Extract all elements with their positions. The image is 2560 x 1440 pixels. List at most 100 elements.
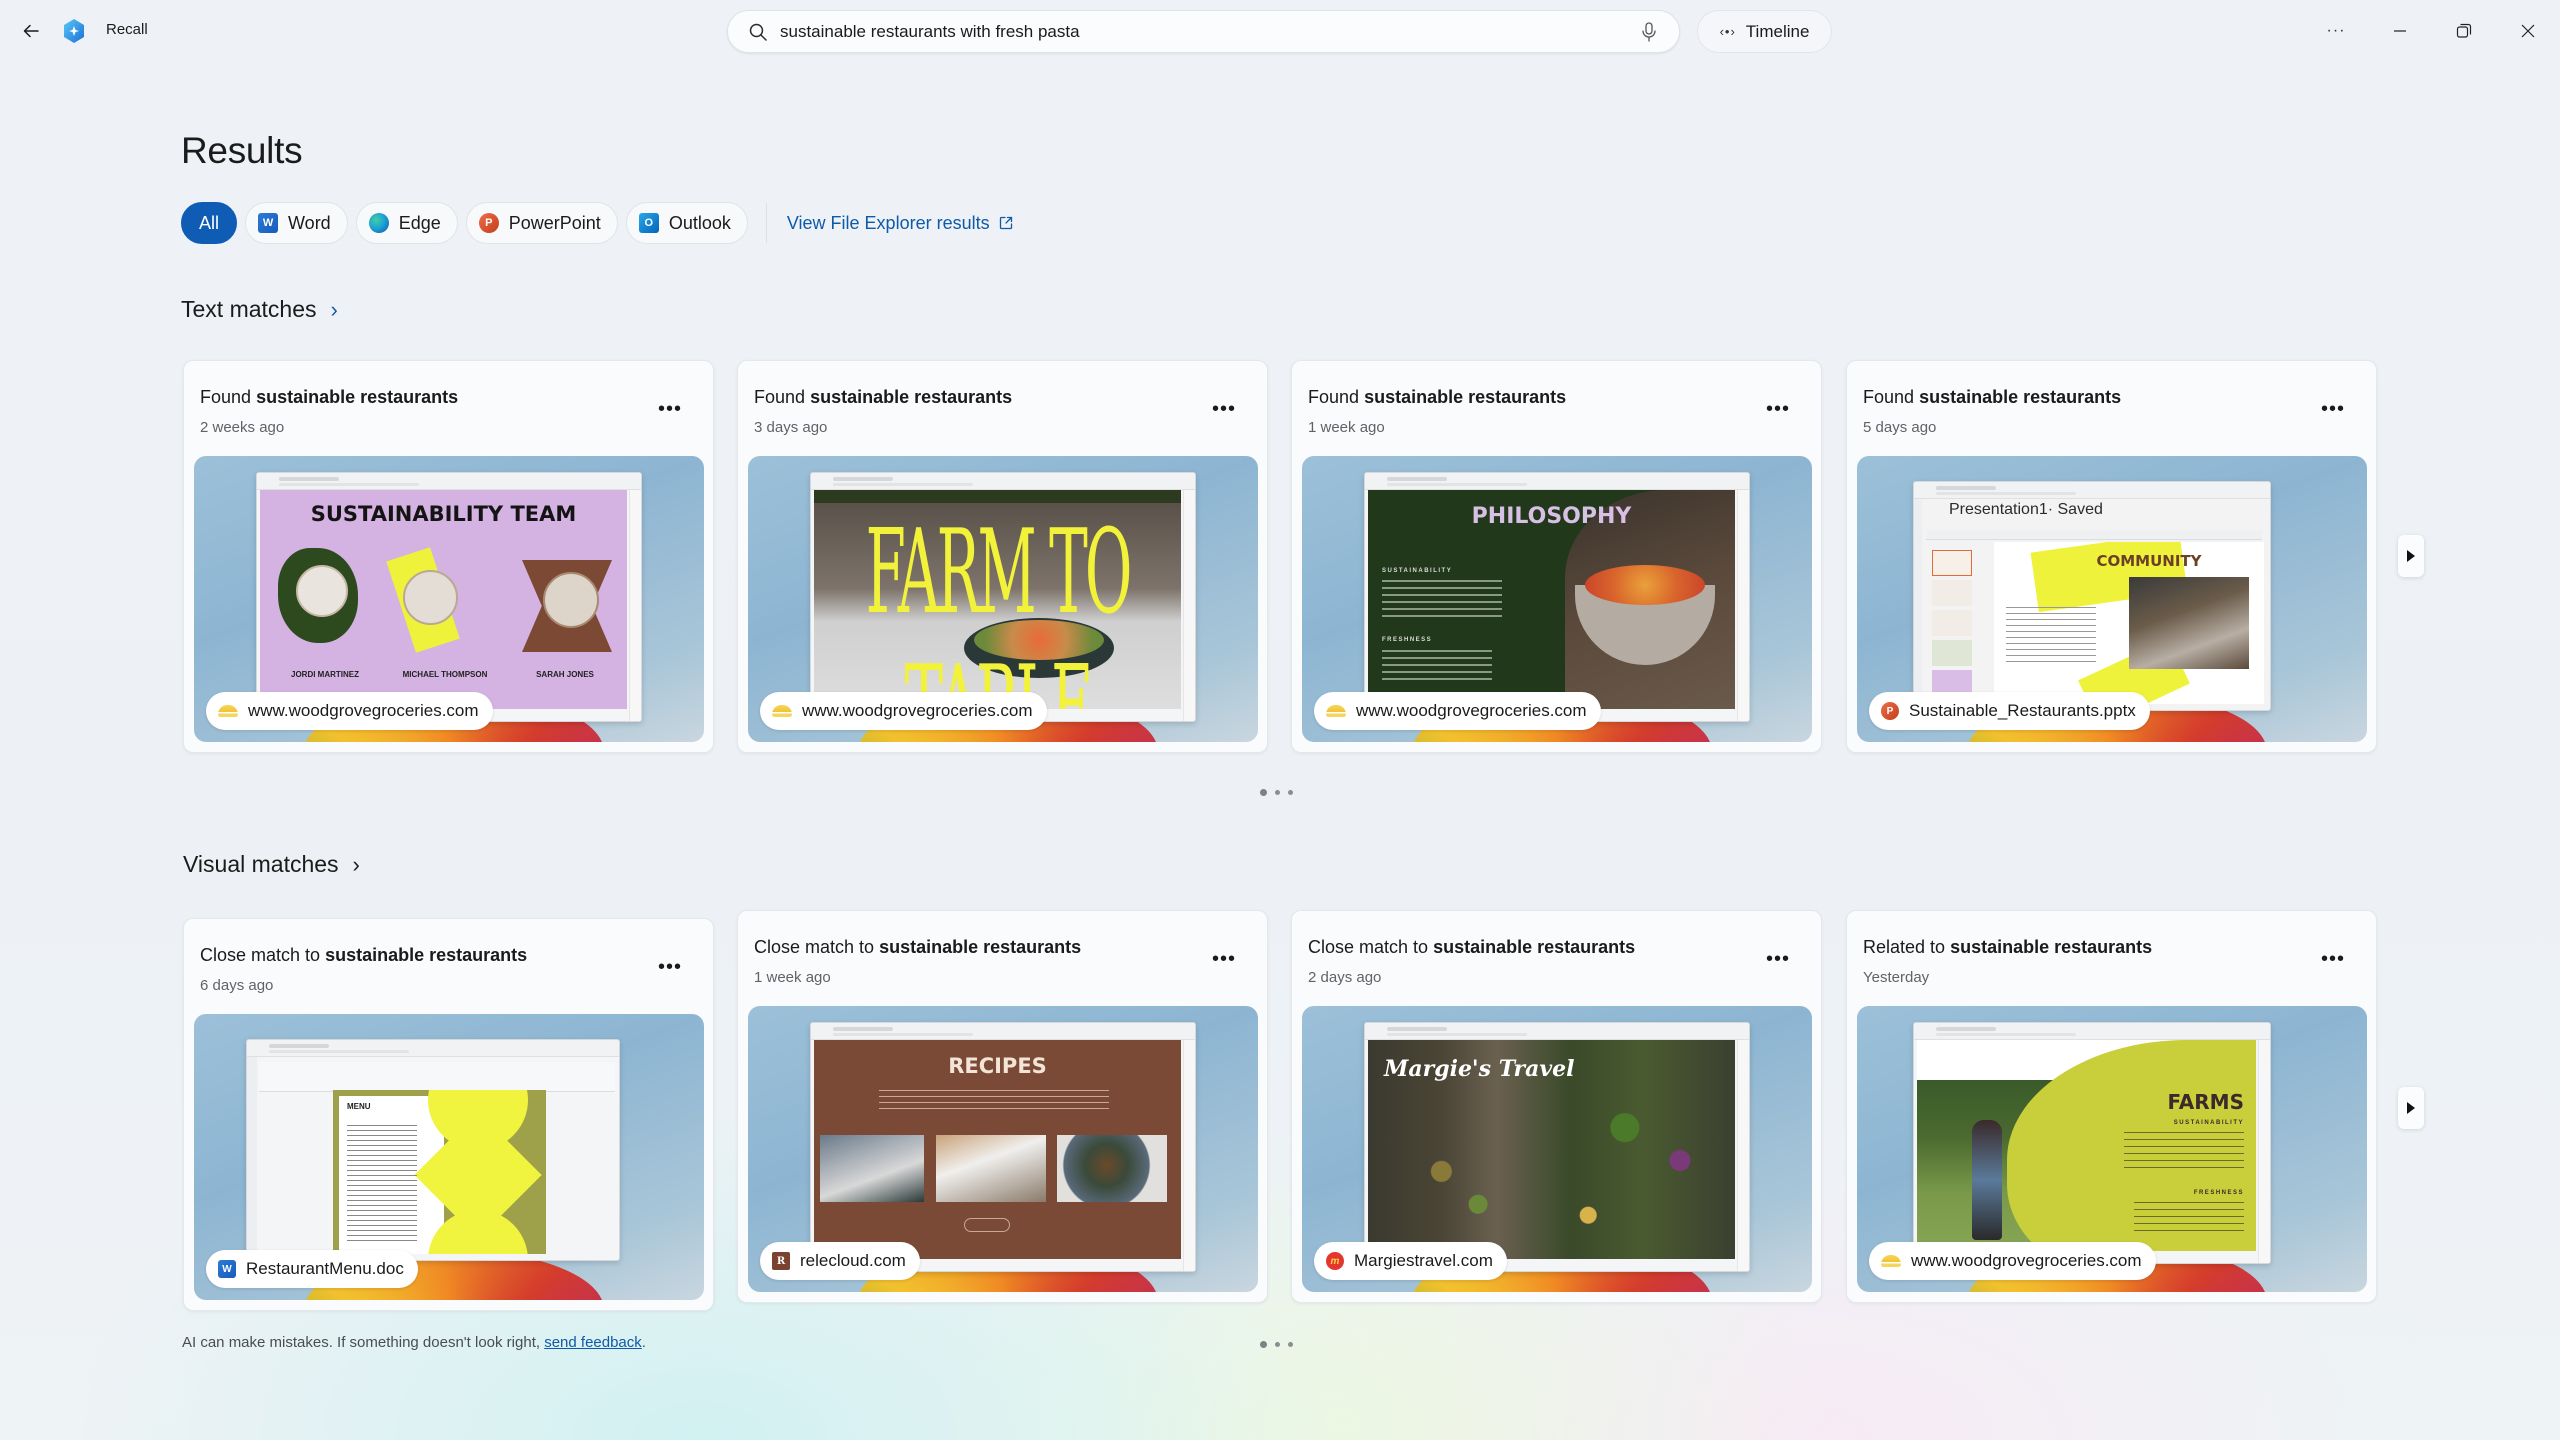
- browser-window: Margie's Travel: [1364, 1022, 1750, 1272]
- restore-icon: [2456, 23, 2472, 38]
- more-options-icon[interactable]: •••: [655, 955, 685, 979]
- source-chip[interactable]: www.woodgrovegroceries.com: [206, 692, 493, 730]
- view-file-explorer-link[interactable]: View File Explorer results: [787, 213, 1014, 234]
- screenshot-thumbnail[interactable]: PHILOSOPHY SUSTAINABILITY FRESHNESS www.…: [1302, 456, 1812, 742]
- close-button[interactable]: [2505, 14, 2551, 48]
- preview-title: FARMS: [2167, 1090, 2244, 1114]
- match-query: sustainable restaurants: [810, 387, 1013, 407]
- match-type: Found: [1863, 387, 1915, 407]
- word-window: MENU: [246, 1039, 620, 1261]
- result-card[interactable]: Found sustainable restaurants 3 days ago…: [737, 360, 1268, 753]
- timeline-label: Timeline: [1745, 21, 1810, 41]
- outlook-icon: O: [638, 213, 659, 233]
- page-dot-2[interactable]: [1275, 1342, 1280, 1347]
- more-options-icon[interactable]: •••: [2318, 947, 2348, 971]
- text-matches-heading[interactable]: Text matches ›: [181, 296, 338, 323]
- visual-matches-heading[interactable]: Visual matches ›: [183, 851, 360, 878]
- filter-label: All: [199, 212, 220, 233]
- page-dot-2[interactable]: [1275, 790, 1280, 795]
- filter-edge[interactable]: Edge: [355, 202, 458, 244]
- back-button[interactable]: [14, 14, 48, 48]
- search-input[interactable]: [780, 17, 1340, 47]
- source-chip[interactable]: P Sustainable_Restaurants.pptx: [1869, 692, 2150, 730]
- page-dot-3[interactable]: [1288, 790, 1293, 795]
- screenshot-thumbnail[interactable]: RECIPES R relecloud.com: [748, 1006, 1258, 1292]
- source-label: www.woodgrovegroceries.com: [1356, 701, 1587, 720]
- source-chip[interactable]: www.woodgrovegroceries.com: [760, 692, 1047, 730]
- result-card[interactable]: Close match to sustainable restaurants 6…: [183, 918, 714, 1311]
- result-card[interactable]: Close match to sustainable restaurants 1…: [737, 910, 1268, 1303]
- result-card[interactable]: Found sustainable restaurants 5 days ago…: [1846, 360, 2377, 753]
- card-timestamp: 1 week ago: [1308, 419, 1385, 436]
- browser-window: PHILOSOPHY SUSTAINABILITY FRESHNESS: [1364, 472, 1750, 722]
- filter-label: Outlook: [668, 212, 731, 233]
- send-feedback-link[interactable]: send feedback: [544, 1334, 642, 1351]
- match-query: sustainable restaurants: [325, 945, 528, 965]
- more-options-button[interactable]: ···: [2313, 14, 2359, 48]
- source-chip[interactable]: R relecloud.com: [760, 1242, 920, 1280]
- result-card[interactable]: Related to sustainable restaurants Yeste…: [1846, 910, 2377, 1303]
- preview-title: Margie's Travel: [1384, 1056, 1575, 1082]
- filter-outlook[interactable]: O Outlook: [625, 202, 748, 244]
- filter-all[interactable]: All: [181, 202, 238, 244]
- filter-powerpoint[interactable]: P PowerPoint: [465, 202, 618, 244]
- screenshot-thumbnail[interactable]: SUSTAINABILITY TEAM JORDI MARTINEZ MICHA…: [194, 456, 704, 742]
- card-timestamp: 6 days ago: [200, 977, 274, 994]
- source-label: Sustainable_Restaurants.pptx: [1909, 701, 2136, 720]
- more-options-icon[interactable]: •••: [1209, 947, 1239, 971]
- preview-title: FARM TO TABLE: [865, 504, 1133, 709]
- more-options-icon[interactable]: •••: [2318, 397, 2348, 421]
- source-chip[interactable]: www.woodgrovegroceries.com: [1314, 692, 1601, 730]
- restore-button[interactable]: [2441, 14, 2487, 48]
- source-chip[interactable]: www.woodgrovegroceries.com: [1869, 1242, 2156, 1280]
- match-query: sustainable restaurants: [879, 937, 1082, 957]
- preview-section: FRESHNESS: [2193, 1190, 2244, 1196]
- result-card[interactable]: Found sustainable restaurants 2 weeks ag…: [183, 360, 714, 753]
- browser-window: FARM TO TABLE: [810, 472, 1196, 722]
- divider: [765, 203, 767, 243]
- edge-icon: [368, 213, 389, 233]
- search-box[interactable]: [727, 10, 1680, 53]
- search-icon: [749, 23, 767, 41]
- preview-person: MICHAEL THOMPSON: [402, 670, 488, 679]
- arrow-left-icon: [23, 24, 39, 38]
- card-timestamp: Yesterday: [1863, 969, 1930, 986]
- preview-title: SUSTAINABILITY TEAM: [310, 502, 577, 526]
- source-label: www.woodgrovegroceries.com: [1911, 1251, 2142, 1270]
- more-options-icon[interactable]: •••: [655, 397, 685, 421]
- caret-right-icon: [2407, 1102, 2415, 1114]
- screenshot-thumbnail[interactable]: Margie's Travel m Margiestravel.com: [1302, 1006, 1812, 1292]
- powerpoint-icon: P: [478, 213, 499, 233]
- section-title: Text matches: [181, 296, 317, 322]
- woodgrove-icon: [218, 705, 238, 717]
- timeline-button[interactable]: ‹•› Timeline: [1697, 10, 1832, 53]
- screenshot-thumbnail[interactable]: FARMS SUSTAINABILITY FRESHNESS www.woodg…: [1857, 1006, 2367, 1292]
- woodgrove-icon: [1326, 705, 1346, 717]
- result-card[interactable]: Close match to sustainable restaurants 2…: [1291, 910, 1822, 1303]
- next-page-button[interactable]: [2398, 1087, 2424, 1129]
- result-card[interactable]: Found sustainable restaurants 1 week ago…: [1291, 360, 1822, 753]
- filter-word[interactable]: W Word: [245, 202, 348, 244]
- page-dot-3[interactable]: [1288, 1342, 1293, 1347]
- source-chip[interactable]: m Margiestravel.com: [1314, 1242, 1507, 1280]
- page-dot-1[interactable]: [1260, 1341, 1267, 1348]
- match-type: Found: [1308, 387, 1360, 407]
- preview-title: COMMUNITY: [2096, 552, 2202, 570]
- minimize-button[interactable]: [2377, 14, 2423, 48]
- more-options-icon[interactable]: •••: [1763, 947, 1793, 971]
- card-heading: Close match to sustainable restaurants: [754, 937, 1081, 958]
- word-icon: W: [258, 213, 279, 233]
- screenshot-thumbnail[interactable]: Presentation1· Saved COMMUNITY P Sustain…: [1857, 456, 2367, 742]
- match-query: sustainable restaurants: [1433, 937, 1636, 957]
- more-options-icon[interactable]: •••: [1209, 397, 1239, 421]
- next-page-button[interactable]: [2398, 535, 2424, 577]
- preview-person: SARAH JONES: [536, 670, 594, 679]
- minimize-icon: [2394, 30, 2406, 32]
- source-chip[interactable]: W RestaurantMenu.doc: [206, 1250, 418, 1288]
- microphone-icon[interactable]: [1637, 20, 1661, 44]
- screenshot-thumbnail[interactable]: FARM TO TABLE www.woodgrovegroceries.com: [748, 456, 1258, 742]
- page-dot-1[interactable]: [1260, 789, 1267, 796]
- more-options-icon[interactable]: •••: [1763, 397, 1793, 421]
- screenshot-thumbnail[interactable]: MENU W RestaurantMenu.doc: [194, 1014, 704, 1300]
- card-timestamp: 1 week ago: [754, 969, 831, 986]
